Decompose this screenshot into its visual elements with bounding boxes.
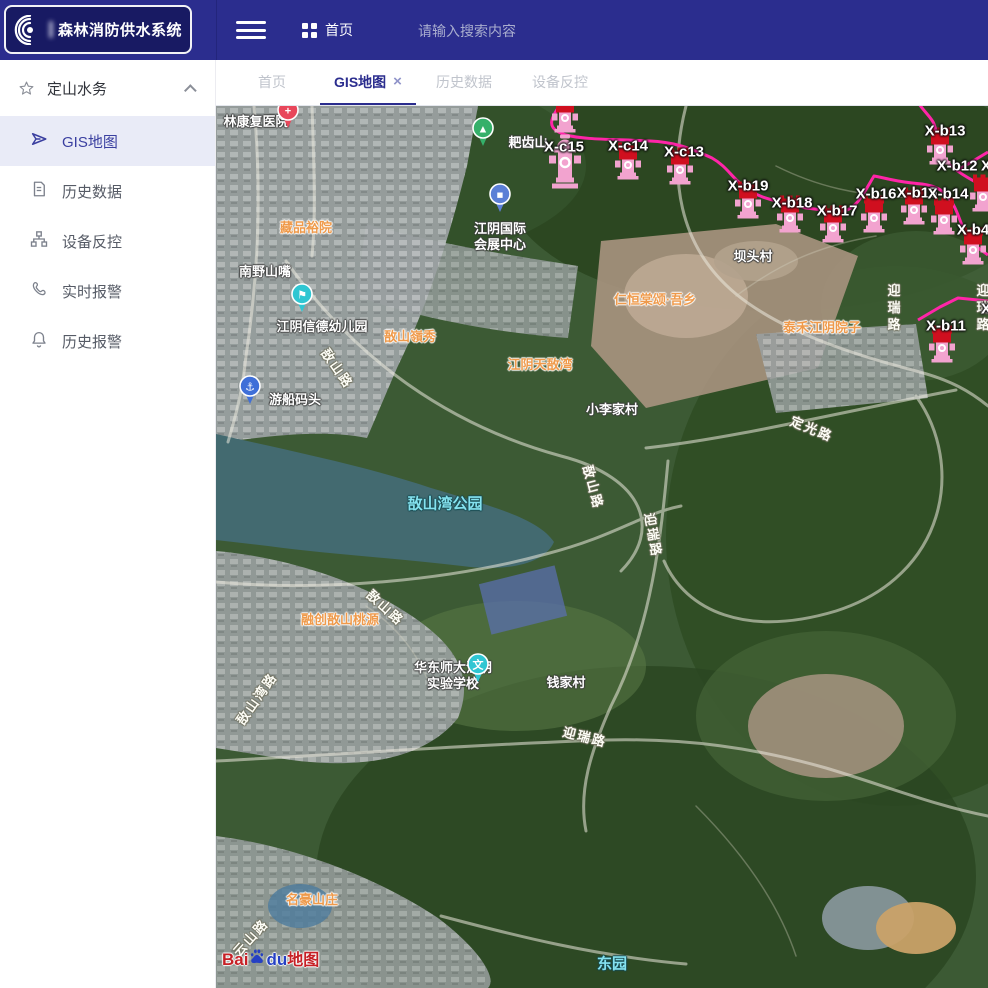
app-header: 森林消防供水系统 首页 [0, 0, 988, 60]
road-label: 敔山湾路 [231, 668, 281, 728]
map-poi-label: 钱家村 [546, 675, 585, 691]
tab-历史数据[interactable]: 历史数据 [416, 60, 512, 105]
school-pin: 文 [467, 653, 489, 688]
sonar-logo-icon [14, 15, 44, 45]
device-hydrant-marker-X-c14[interactable] [613, 138, 643, 185]
device-hydrant-marker-X-b14[interactable] [929, 193, 959, 240]
svg-text:文: 文 [473, 658, 485, 672]
app-logo: 森林消防供水系统 [4, 5, 192, 54]
tab-GIS地图[interactable]: GIS地图 × [320, 60, 416, 105]
map-poi-label: 仁恒棠颂·吾乡 [614, 292, 696, 308]
device-hydrant-marker-X-b16[interactable] [859, 191, 889, 238]
search-input[interactable] [418, 18, 638, 44]
map-poi-label: 耙齿山 [508, 135, 547, 151]
device-hydrant-marker-X-c15[interactable] [548, 135, 582, 198]
map-poi-label: 游船码头 [269, 392, 321, 408]
sidebar-item-label: 实时报警 [62, 281, 122, 302]
device-hydrant-marker-X-b15[interactable] [899, 183, 929, 230]
map-poi-label: 泰禾江阴院子 [783, 320, 861, 336]
map-poi-label: 敔山湾公园 [407, 496, 482, 515]
hamburger-menu-icon[interactable] [236, 19, 266, 41]
header-divider [216, 0, 217, 60]
map-poi-label: 小李家村 [586, 402, 638, 418]
map-poi-label: 南野山嘴 [239, 264, 291, 280]
building-pin: ■ [489, 183, 511, 218]
road-label: 定光路 [788, 411, 837, 445]
sidebar-group-label: 定山水务 [47, 78, 107, 99]
device-hydrant-marker-X-b13[interactable] [925, 123, 955, 170]
tab-label: 首页 [258, 72, 286, 92]
road-label: 敔山路 [363, 585, 409, 629]
sidebar-item-历史报警[interactable]: 历史报警 [0, 316, 215, 366]
map-poi-label: 江阴信德幼儿园 [276, 319, 367, 335]
device-hydrant-marker-X-b18[interactable] [775, 191, 805, 238]
map-poi-label: 坝头村 [733, 249, 772, 265]
tab-close-icon[interactable]: × [393, 74, 402, 89]
road-label: 云山路 [228, 914, 272, 960]
gis-map-canvas[interactable]: 敔山路迎瑞路迎瑞路定光路敔山路迎瑞路敔山路迎瑞路敔山湾路云山路林康复医院耙齿山藏… [216, 106, 988, 988]
svg-text:⚑: ⚑ [297, 290, 307, 302]
sidebar-item-label: 历史报警 [62, 331, 122, 352]
map-poi-label: 融创敔山桃源 [301, 612, 379, 628]
home-nav-label: 首页 [325, 20, 353, 40]
sidebar-item-实时报警[interactable]: 实时报警 [0, 266, 215, 316]
road-label: 迎瑞路 [884, 284, 903, 335]
map-poi-label: 敔山嶺秀 [384, 329, 436, 345]
device-hydrant-marker-X-b17[interactable] [818, 201, 848, 248]
sidebar-group-dingshan[interactable]: 定山水务 [0, 60, 215, 116]
app-title: 森林消防供水系统 [58, 19, 182, 40]
tab-bar: 首页 GIS地图 × 历史数据 设备反控 [216, 60, 988, 106]
map-poi-label: 江阴国际会展中心 [474, 221, 526, 254]
device-hydrant-marker-X-b12[interactable] [968, 170, 988, 217]
tab-首页[interactable]: 首页 [224, 60, 320, 105]
phone-icon [30, 280, 48, 302]
grid-icon [302, 23, 317, 38]
sidebar-item-label: GIS地图 [62, 131, 118, 152]
bell-icon [30, 330, 48, 352]
anchor-pin: ⚓ [239, 375, 261, 410]
sitemap-icon [30, 230, 48, 252]
road-label: 迎瑞路 [973, 284, 988, 335]
tab-label: GIS地图 [334, 72, 386, 92]
chevron-up-icon [184, 84, 197, 97]
tab-设备反控[interactable]: 设备反控 [512, 60, 608, 105]
redacted-text [49, 21, 53, 38]
road-label: 迎瑞路 [561, 721, 609, 750]
svg-text:■: ■ [497, 190, 504, 202]
device-hydrant-marker-X-b4[interactable] [958, 223, 988, 270]
send-icon [30, 130, 48, 152]
sidebar-item-历史数据[interactable]: 历史数据 [0, 166, 215, 216]
hospital-pin: + [277, 106, 299, 134]
map-poi-label: 名豪山庄 [286, 892, 338, 908]
device-hydrant-marker-X-b11[interactable] [927, 321, 957, 368]
sidebar-item-label: 设备反控 [62, 231, 122, 252]
tab-label: 历史数据 [436, 72, 492, 92]
flag-pin: ⚑ [291, 283, 313, 318]
road-label: 迎瑞路 [641, 511, 668, 559]
device-hydrant-marker-X-b19[interactable] [733, 177, 763, 224]
map-poi-label: 江阴天敔湾 [507, 357, 572, 373]
sidebar-item-GIS地图[interactable]: GIS地图 [0, 116, 215, 166]
home-nav-button[interactable]: 首页 [302, 20, 353, 40]
svg-text:+: + [285, 106, 291, 118]
device-hydrant-marker[interactable] [550, 106, 580, 138]
map-poi-label: 华东师大江阴实验学校 [414, 660, 492, 693]
map-poi-label: 东园 [597, 956, 627, 975]
sidebar: 定山水务 GIS地图历史数据设备反控实时报警历史报警 [0, 60, 216, 988]
tab-label: 设备反控 [532, 72, 588, 92]
svg-text:▲: ▲ [478, 124, 489, 136]
document-icon [30, 180, 48, 202]
mountain-pin: ▲ [472, 117, 494, 152]
road-label: 敔山路 [579, 463, 609, 511]
svg-text:⚓: ⚓ [245, 382, 255, 394]
star-icon [18, 80, 35, 97]
map-poi-label: 藏品裕院 [280, 220, 332, 236]
sidebar-item-label: 历史数据 [62, 181, 122, 202]
road-label: 敔山路 [317, 344, 358, 392]
map-poi-label: 林康复医院 [223, 114, 288, 130]
sidebar-item-设备反控[interactable]: 设备反控 [0, 216, 215, 266]
device-hydrant-marker-X-c13[interactable] [665, 143, 695, 190]
